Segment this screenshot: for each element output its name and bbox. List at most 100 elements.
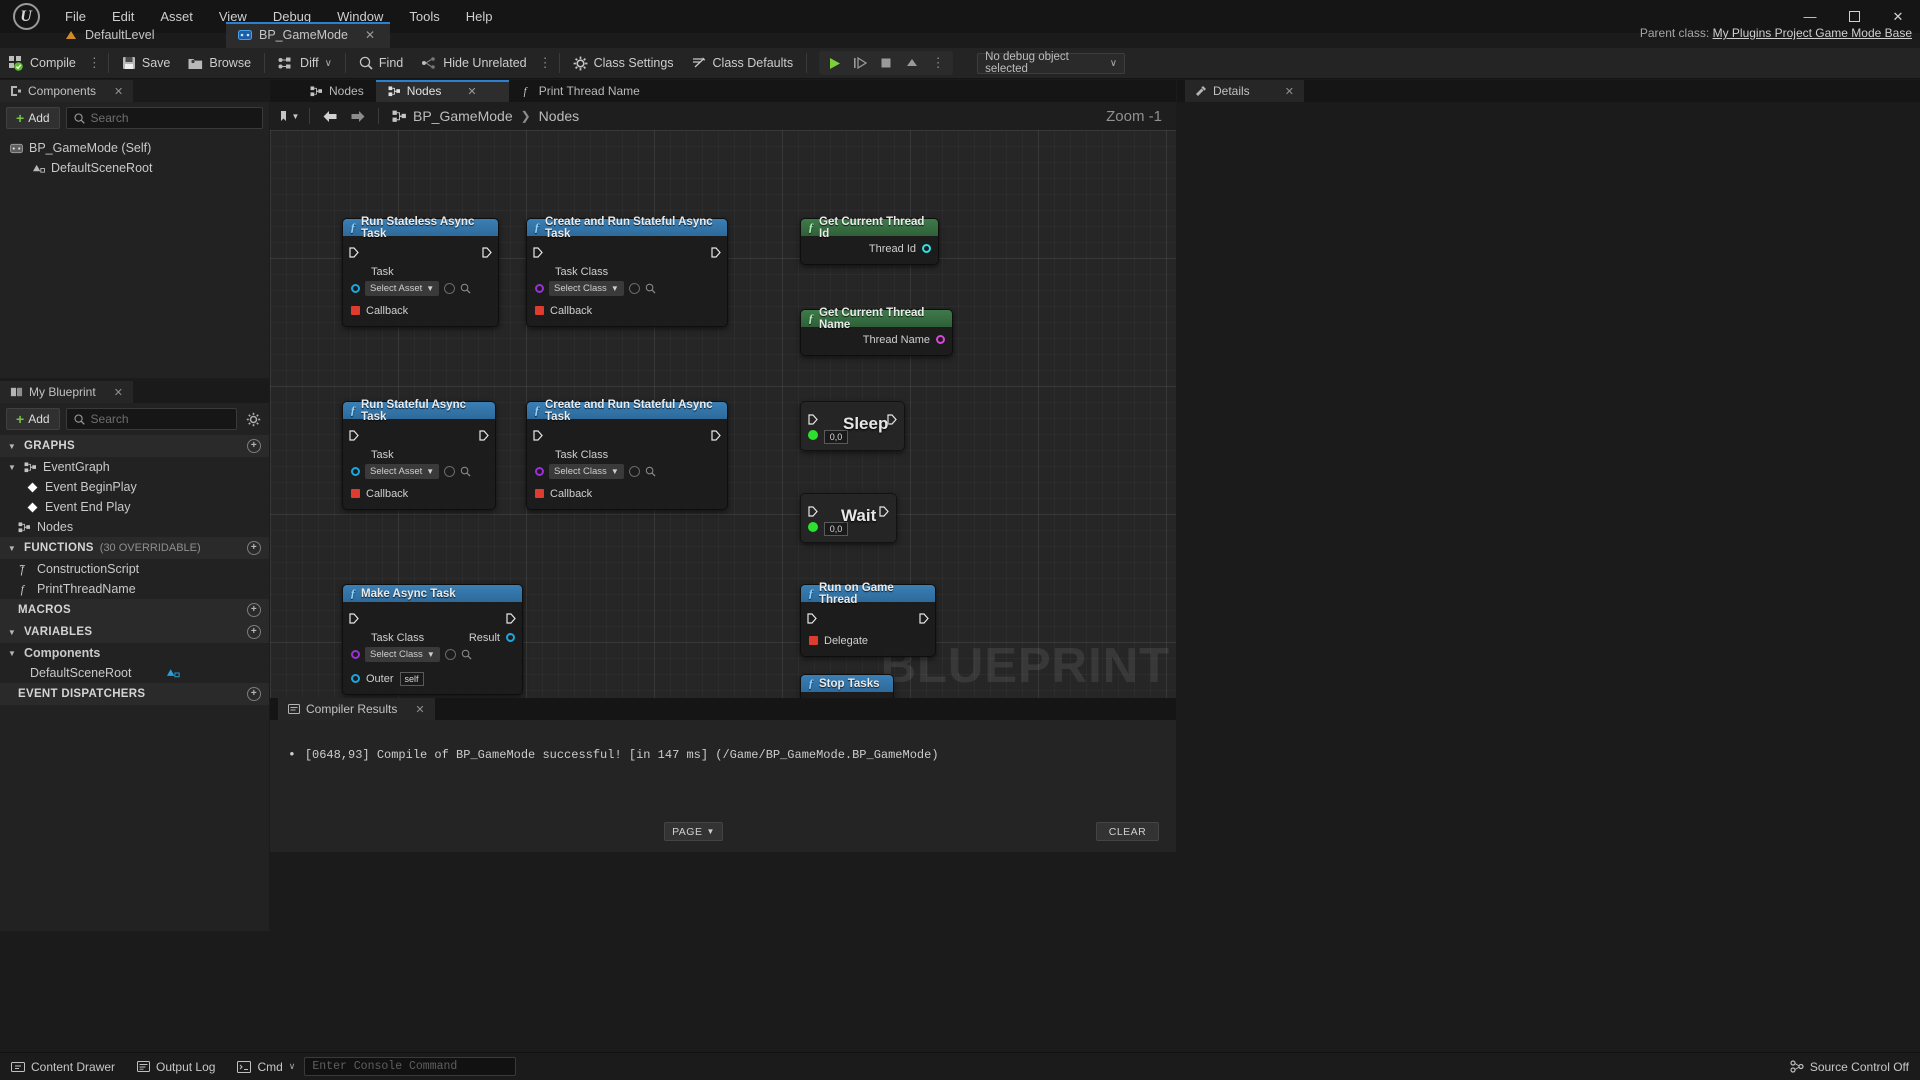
component-row-defaultsceneroot[interactable]: DefaultSceneRoot (10, 158, 269, 178)
exec-out-pin[interactable] (887, 412, 897, 423)
my-blueprint-search-input[interactable]: Search (66, 408, 237, 430)
browse-asset-icon[interactable] (460, 466, 471, 477)
node-header[interactable]: ƒ Get Current Thread Name (801, 310, 952, 327)
node-create-and-run-stateful-async-task-2[interactable]: ƒ Create and Run Stateful Async Task Tas… (526, 401, 728, 510)
class-pin[interactable] (535, 467, 544, 476)
node-header[interactable]: ƒ Run on Game Thread (801, 585, 935, 602)
browse-class-icon[interactable] (645, 283, 656, 294)
exec-in-pin[interactable] (533, 430, 543, 441)
delegate-pin[interactable] (535, 489, 544, 498)
graph-canvas[interactable]: BLUEPRINT ƒ Run Stateless Async Task Tas… (270, 130, 1176, 698)
class-pin[interactable] (535, 284, 544, 293)
object-output-pin[interactable] (506, 633, 515, 642)
cmd-selector[interactable]: Cmd ∨ (226, 1053, 298, 1080)
float-input-pin[interactable] (808, 522, 818, 532)
play-options-button[interactable]: ⋮ (925, 51, 951, 75)
graph-item-nodes[interactable]: Nodes (0, 517, 269, 537)
exec-out-pin[interactable] (711, 247, 721, 258)
object-pin[interactable] (351, 284, 360, 293)
component-row-bp-gamemode[interactable]: BP_GameMode (Self) (10, 138, 269, 158)
close-icon[interactable]: ✕ (114, 85, 123, 98)
exec-in-pin[interactable] (533, 247, 543, 258)
page-button[interactable]: PAGE ▼ (664, 822, 723, 841)
delegate-pin[interactable] (351, 489, 360, 498)
parent-class-link[interactable]: My Plugins Project Game Mode Base (1713, 26, 1912, 40)
exec-in-pin[interactable] (349, 430, 359, 441)
section-functions[interactable]: ▼ FUNCTIONS (30 OVERRIDABLE) + (0, 537, 269, 559)
int-output-pin[interactable] (922, 244, 931, 253)
use-selected-asset-button[interactable] (444, 466, 455, 477)
graph-item-event-endplay[interactable]: Event End Play (0, 497, 269, 517)
exec-out-pin[interactable] (506, 613, 516, 624)
node-get-current-thread-name[interactable]: ƒ Get Current Thread Name Thread Name (800, 309, 953, 356)
bookmark-button[interactable]: ▼ (278, 106, 300, 126)
tab-details[interactable]: Details ✕ (1185, 80, 1304, 102)
node-run-stateless-async-task[interactable]: ƒ Run Stateless Async Task Task Select (342, 218, 499, 327)
chevron-down-icon[interactable]: ▼ (6, 463, 18, 472)
add-graph-button[interactable]: + (247, 439, 261, 453)
browse-class-icon[interactable] (645, 466, 656, 477)
add-function-button[interactable]: + (247, 541, 261, 555)
debug-object-select[interactable]: No debug object selected ∨ (977, 53, 1125, 74)
graph-item-event-beginplay[interactable]: Event BeginPlay (0, 477, 269, 497)
class-defaults-button[interactable]: Class Defaults (683, 48, 803, 79)
node-header[interactable]: ƒ Make Async Task (343, 585, 522, 602)
class-settings-button[interactable]: Class Settings (564, 48, 683, 79)
node-wait[interactable]: 0,0 Wait (800, 493, 897, 543)
tab-components[interactable]: Components ✕ (0, 80, 133, 102)
close-icon[interactable]: ✕ (415, 703, 424, 716)
function-item-printthreadname[interactable]: f PrintThreadName (0, 579, 269, 599)
use-selected-class-button[interactable] (629, 283, 640, 294)
graph-tab-nodes-2[interactable]: Nodes ✕ (376, 80, 509, 102)
save-button[interactable]: Save (113, 48, 180, 79)
node-header[interactable]: ƒ Create and Run Stateful Async Task (527, 402, 727, 419)
node-header[interactable]: ƒ Run Stateless Async Task (343, 219, 498, 236)
add-component-button[interactable]: + Add (6, 107, 60, 129)
variable-item-defaultsceneroot[interactable]: DefaultSceneRoot (0, 663, 269, 683)
back-button[interactable] (319, 106, 341, 126)
exec-out-pin[interactable] (919, 613, 929, 624)
outer-value-field[interactable]: self (400, 672, 424, 686)
content-drawer-button[interactable]: Content Drawer (0, 1053, 126, 1080)
compiler-message-row[interactable]: • [0648,93] Compile of BP_GameMode succe… (270, 720, 1176, 762)
exec-in-pin[interactable] (349, 247, 359, 258)
eject-button[interactable] (899, 51, 925, 75)
step-button[interactable] (847, 51, 873, 75)
node-sleep[interactable]: 0,0 Sleep (800, 401, 905, 451)
find-button[interactable]: Find (350, 48, 412, 79)
diff-button[interactable]: Diff ∨ (269, 48, 341, 79)
section-macros[interactable]: MACROS + (0, 599, 269, 621)
select-asset-dropdown[interactable]: Select Asset ▼ (365, 464, 439, 479)
play-button[interactable] (821, 51, 847, 75)
tab-my-blueprint[interactable]: My Blueprint ✕ (0, 381, 133, 403)
hide-unrelated-button[interactable]: Hide Unrelated (412, 48, 535, 79)
string-output-pin[interactable] (936, 335, 945, 344)
node-run-on-game-thread[interactable]: ƒ Run on Game Thread Delegate (800, 584, 936, 657)
node-run-stateful-async-task[interactable]: ƒ Run Stateful Async Task Task Select A (342, 401, 496, 510)
close-icon[interactable]: ✕ (467, 85, 476, 98)
exec-out-pin[interactable] (482, 247, 492, 258)
clear-button[interactable]: CLEAR (1096, 822, 1159, 841)
node-make-async-task[interactable]: ƒ Make Async Task Task Class Result (342, 584, 523, 695)
node-create-and-run-stateful-async-task-1[interactable]: ƒ Create and Run Stateful Async Task Tas… (526, 218, 728, 327)
section-variables[interactable]: ▼ VARIABLES + (0, 621, 269, 643)
exec-in-pin[interactable] (807, 613, 817, 624)
exec-in-pin[interactable] (808, 504, 818, 515)
exec-out-pin[interactable] (879, 504, 889, 515)
browse-button[interactable]: Browse (179, 48, 260, 79)
select-class-dropdown[interactable]: Select Class ▼ (549, 281, 624, 296)
compile-button[interactable]: Compile (0, 48, 85, 79)
close-icon[interactable]: ✕ (1285, 85, 1294, 98)
compile-options-button[interactable]: ⋮ (85, 55, 104, 71)
node-stop-tasks[interactable]: ƒ Stop Tasks (800, 674, 894, 698)
chevron-down-icon[interactable]: ▼ (6, 649, 18, 658)
object-pin[interactable] (351, 674, 360, 683)
node-header[interactable]: ƒ Get Current Thread Id (801, 219, 938, 236)
float-input-pin[interactable] (808, 430, 818, 440)
breadcrumb-root[interactable]: BP_GameMode (413, 108, 513, 124)
object-pin[interactable] (351, 467, 360, 476)
graph-tab-print-thread-name[interactable]: f Print Thread Name (509, 80, 652, 102)
class-pin[interactable] (351, 650, 360, 659)
asset-tab-bp-gamemode[interactable]: BP_GameMode ✕ (226, 22, 390, 48)
graph-item-eventgraph[interactable]: ▼ EventGraph (0, 457, 269, 477)
